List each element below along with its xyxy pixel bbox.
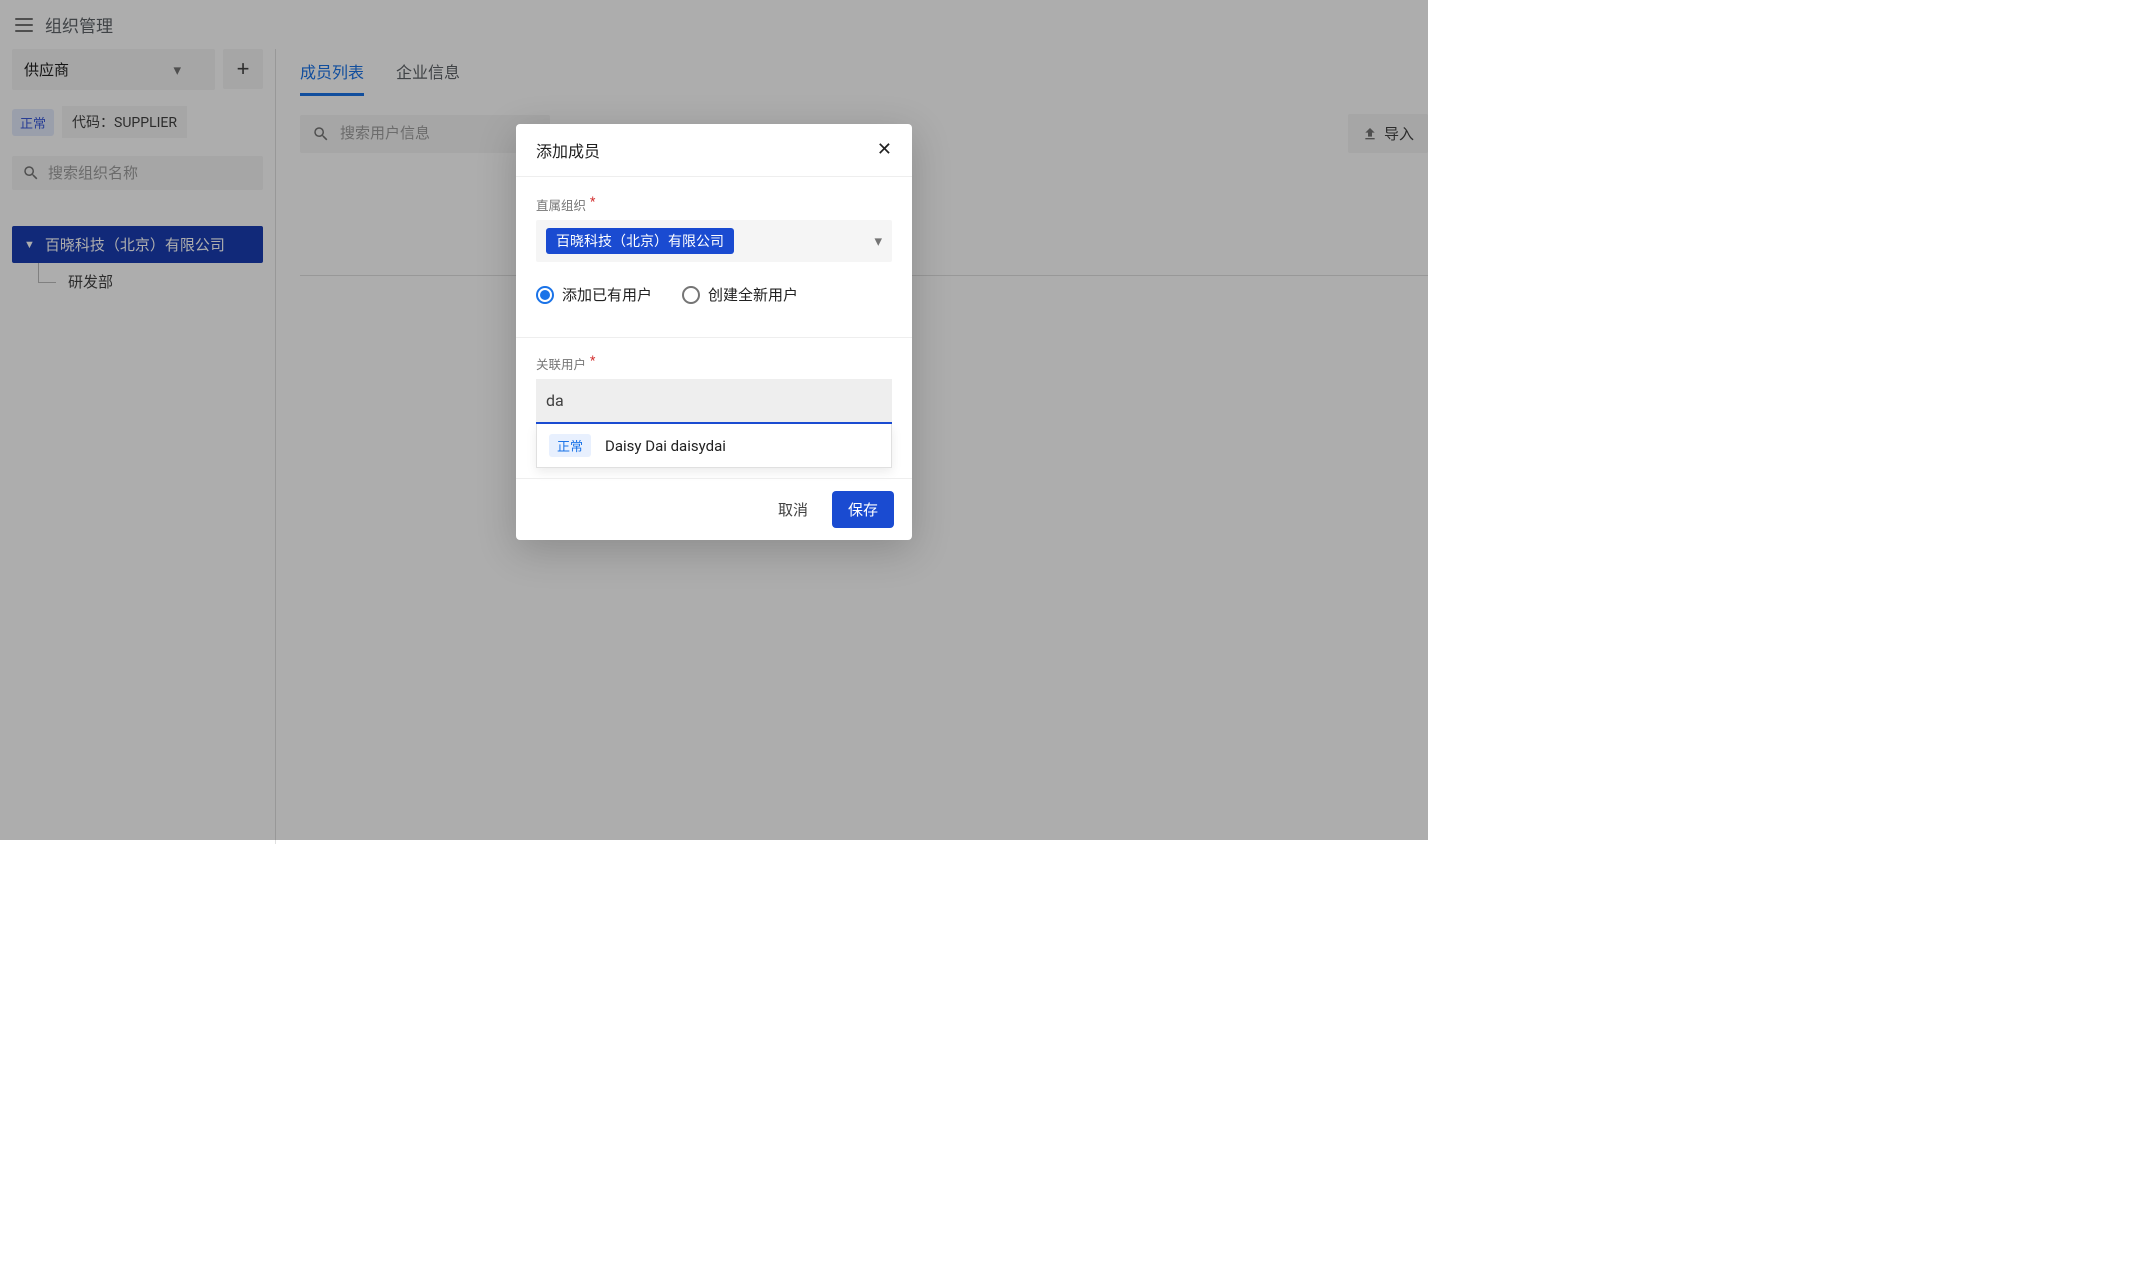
save-button[interactable]: 保存 [832, 491, 894, 528]
dropdown-option[interactable]: 正常 Daisy Dai daisydai [537, 424, 891, 467]
close-icon[interactable]: ✕ [877, 141, 892, 159]
modal-title: 添加成员 [536, 138, 600, 162]
org-chip: 百晓科技（北京）有限公司 [546, 228, 734, 254]
option-status-badge: 正常 [549, 434, 591, 457]
chevron-down-icon: ▾ [874, 232, 882, 250]
radio-unchecked-icon [682, 286, 700, 304]
add-member-modal: 添加成员 ✕ 直属组织* 百晓科技（北京）有限公司 ▾ 添加已有用户 创建全新用… [516, 124, 912, 540]
associate-user-input[interactable]: da [536, 379, 892, 424]
radio-new-label: 创建全新用户 [708, 284, 798, 305]
field-org-label: 直属组织* [536, 195, 892, 214]
user-autocomplete-dropdown: 正常 Daisy Dai daisydai [536, 424, 892, 468]
cancel-button[interactable]: 取消 [768, 491, 818, 528]
radio-new-user[interactable]: 创建全新用户 [682, 284, 798, 305]
option-name: Daisy Dai daisydai [605, 437, 726, 455]
radio-checked-icon [536, 286, 554, 304]
direct-org-select[interactable]: 百晓科技（北京）有限公司 ▾ [536, 220, 892, 262]
radio-existing-label: 添加已有用户 [562, 284, 652, 305]
field-user-label: 关联用户* [536, 354, 892, 373]
modal-overlay: 添加成员 ✕ 直属组织* 百晓科技（北京）有限公司 ▾ 添加已有用户 创建全新用… [0, 0, 1428, 840]
radio-existing-user[interactable]: 添加已有用户 [536, 284, 652, 305]
